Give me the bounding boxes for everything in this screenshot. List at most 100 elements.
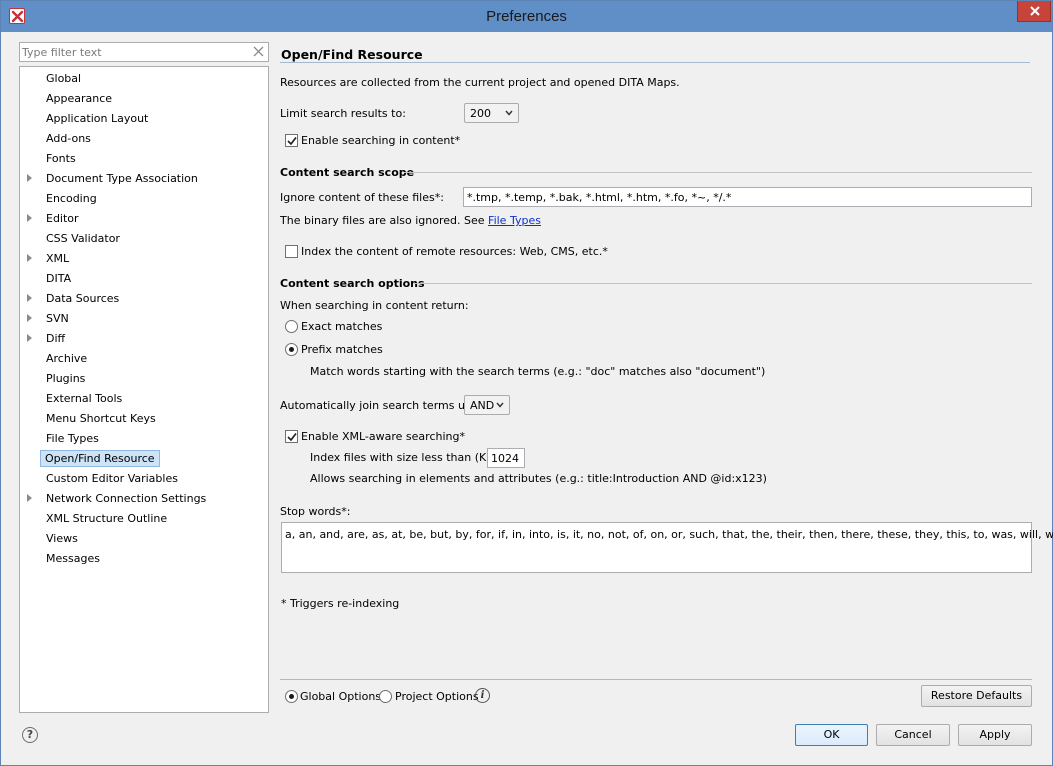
- index-size-field[interactable]: [487, 448, 526, 468]
- tree-item-label: Appearance: [46, 92, 113, 105]
- tree-item-label: Application Layout: [46, 112, 149, 125]
- stop-words-label: Stop words*:: [280, 505, 351, 518]
- tree-item[interactable]: Archive: [20, 349, 268, 367]
- join-select[interactable]: AND: [464, 395, 510, 415]
- remote-resources-label: Index the content of remote resources: W…: [301, 245, 608, 258]
- tree-item[interactable]: SVN: [20, 309, 268, 327]
- project-options-label: Project Options: [395, 690, 479, 703]
- ignore-field[interactable]: [463, 187, 1032, 207]
- tree-item[interactable]: Appearance: [20, 89, 268, 107]
- cancel-button[interactable]: Cancel: [876, 724, 950, 746]
- enable-content-checkbox[interactable]: [285, 134, 298, 147]
- ignore-label: Ignore content of these files*:: [280, 191, 444, 204]
- preferences-tree: Global Appearance Application Layout Add-on…: [19, 66, 269, 713]
- remote-resources-checkbox[interactable]: [285, 245, 298, 258]
- expand-arrow-icon[interactable]: [27, 214, 32, 222]
- prefix-description: Match words starting with the search ter…: [310, 365, 766, 378]
- global-options-radio[interactable]: [285, 690, 298, 703]
- global-options-label: Global Options: [300, 690, 382, 703]
- tree-item-label: Network Connection Settings: [46, 492, 207, 505]
- checkmark-icon: [287, 432, 297, 442]
- tree-item[interactable]: Network Connection Settings: [20, 489, 268, 507]
- tree-item-label: Encoding: [46, 192, 97, 205]
- tree-item[interactable]: Add-ons: [20, 129, 268, 147]
- tree-item[interactable]: DITA: [20, 269, 268, 287]
- dropdown-arrow-icon: [496, 402, 504, 408]
- tree-item-label: Document Type Association: [46, 172, 198, 185]
- tree-item[interactable]: Custom Editor Variables: [20, 469, 268, 487]
- expand-arrow-icon[interactable]: [27, 314, 32, 322]
- restore-defaults-button[interactable]: Restore Defaults: [921, 685, 1032, 707]
- info-icon[interactable]: i: [475, 688, 490, 703]
- tree-item[interactable]: Encoding: [20, 189, 268, 207]
- file-types-link[interactable]: File Types: [488, 214, 541, 227]
- stop-words-value: a, an, and, are, as, at, be, but, by, fo…: [285, 528, 1053, 541]
- prefix-matches-radio[interactable]: [285, 343, 298, 356]
- ignore-input[interactable]: [467, 190, 1006, 204]
- apply-button[interactable]: Apply: [958, 724, 1032, 746]
- tree-item-label: SVN: [46, 312, 69, 325]
- return-label: When searching in content return:: [280, 299, 469, 312]
- tree-item[interactable]: Views: [20, 529, 268, 547]
- tree-item[interactable]: XML: [20, 249, 268, 267]
- tree-item[interactable]: Diff: [20, 329, 268, 347]
- tree-item[interactable]: File Types: [20, 429, 268, 447]
- expand-arrow-icon[interactable]: [27, 254, 32, 262]
- limit-label: Limit search results to:: [280, 107, 406, 120]
- tree-item-label: Messages: [46, 552, 100, 565]
- tree-item-label: Archive: [46, 352, 88, 365]
- limit-select[interactable]: 200: [464, 103, 519, 123]
- expand-arrow-icon[interactable]: [27, 294, 32, 302]
- xml-aware-label: Enable XML-aware searching*: [301, 430, 465, 443]
- tree-item[interactable]: Data Sources: [20, 289, 268, 307]
- title-divider: [280, 62, 1030, 63]
- tree-item[interactable]: Application Layout: [20, 109, 268, 127]
- scope-heading: Content search scope: [280, 166, 415, 179]
- tree-item[interactable]: Global: [20, 69, 268, 87]
- title-bar[interactable]: Preferences: [1, 1, 1052, 32]
- tree-item[interactable]: Plugins: [20, 369, 268, 387]
- expand-arrow-icon[interactable]: [27, 174, 32, 182]
- filter-input[interactable]: [22, 45, 242, 59]
- page-title: Open/Find Resource: [281, 47, 423, 62]
- tree-item-label: Fonts: [46, 152, 76, 165]
- index-size-input[interactable]: [491, 451, 526, 465]
- tree-item-label: Diff: [46, 332, 66, 345]
- scope-divider: [404, 172, 1032, 173]
- prefix-matches-label: Prefix matches: [301, 343, 383, 356]
- tree-item[interactable]: Open/Find Resource: [20, 449, 268, 467]
- close-button[interactable]: [1017, 1, 1051, 22]
- tree-item[interactable]: CSS Validator: [20, 229, 268, 247]
- ok-button[interactable]: OK: [795, 724, 868, 746]
- reindex-note: * Triggers re-indexing: [281, 597, 400, 610]
- tree-item-label: Menu Shortcut Keys: [46, 412, 156, 425]
- tree-item-label: XML Structure Outline: [46, 512, 168, 525]
- tree-item-label: Add-ons: [46, 132, 91, 145]
- tree-item-label: Global: [46, 72, 82, 85]
- checkmark-icon: [287, 136, 297, 146]
- tree-item[interactable]: Document Type Association: [20, 169, 268, 187]
- xml-aware-checkbox[interactable]: [285, 430, 298, 443]
- help-icon[interactable]: ?: [22, 727, 38, 743]
- tree-item-label: External Tools: [46, 392, 123, 405]
- exact-matches-radio[interactable]: [285, 320, 298, 333]
- expand-arrow-icon[interactable]: [27, 334, 32, 342]
- tree-item[interactable]: Fonts: [20, 149, 268, 167]
- page-description: Resources are collected from the current…: [280, 76, 680, 89]
- binary-note: The binary files are also ignored. See: [280, 214, 485, 227]
- options-heading: Content search options: [280, 277, 425, 290]
- tree-item[interactable]: External Tools: [20, 389, 268, 407]
- tree-item[interactable]: Menu Shortcut Keys: [20, 409, 268, 427]
- tree-item[interactable]: Messages: [20, 549, 268, 567]
- dropdown-arrow-icon: [505, 110, 513, 116]
- tree-item-label: File Types: [46, 432, 99, 445]
- tree-item[interactable]: XML Structure Outline: [20, 509, 268, 527]
- clear-filter-icon[interactable]: [253, 46, 264, 57]
- footer-divider: [280, 679, 1032, 680]
- expand-arrow-icon[interactable]: [27, 494, 32, 502]
- tree-item[interactable]: Editor: [20, 209, 268, 227]
- limit-value: 200: [470, 107, 491, 120]
- stop-words-textarea[interactable]: a, an, and, are, as, at, be, but, by, fo…: [281, 522, 1053, 573]
- index-size-label: Index files with size less than (KB)*:: [310, 451, 508, 464]
- project-options-radio[interactable]: [379, 690, 392, 703]
